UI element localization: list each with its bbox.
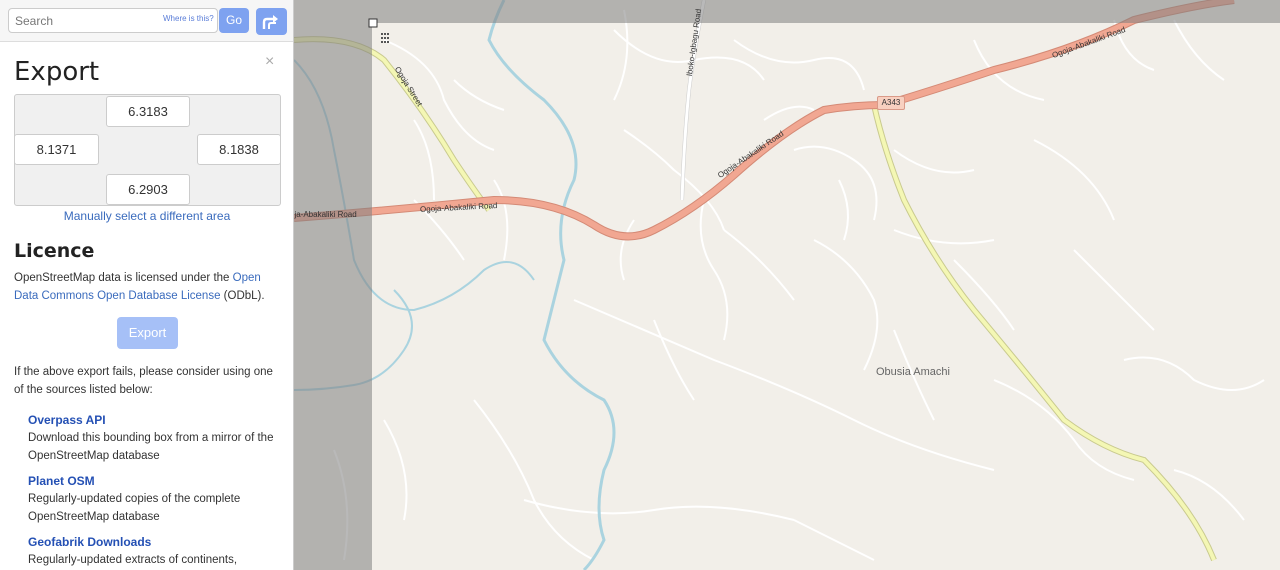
road-label-oa-left: oja-Abakaliki Road (294, 210, 357, 219)
licence-title: Licence (14, 240, 95, 262)
min-lat-input[interactable]: 6.2903 (106, 174, 190, 205)
selection-mask-top (372, 0, 1280, 23)
where-is-this-link[interactable]: Where is this? (163, 14, 214, 23)
go-button[interactable]: Go (219, 8, 249, 33)
max-lon-input[interactable]: 8.1838 (197, 134, 281, 165)
source-item-overpass: Overpass API Download this bounding box … (28, 411, 282, 465)
source-link[interactable]: Geofabrik Downloads (28, 533, 282, 551)
licence-text-before: OpenStreetMap data is licensed under the (14, 272, 233, 284)
source-link[interactable]: Overpass API (28, 411, 282, 429)
manual-select-link[interactable]: Manually select a different area (0, 209, 293, 223)
min-lon-input[interactable]: 8.1371 (14, 134, 99, 165)
search-bar: Where is this? Go (0, 0, 293, 42)
directions-icon (262, 15, 278, 29)
export-fail-text: If the above export fails, please consid… (14, 366, 273, 396)
export-title: Export (14, 57, 100, 87)
sidebar: Where is this? Go Export × 6.3183 8.1371… (0, 0, 294, 570)
source-link[interactable]: Planet OSM (28, 472, 282, 490)
export-button[interactable]: Export (117, 317, 178, 349)
bounding-box-form: 6.3183 8.1371 8.1838 6.2903 (14, 94, 281, 206)
source-item-geofabrik: Geofabrik Downloads Regularly-updated ex… (28, 533, 282, 569)
map-background (294, 0, 1280, 570)
selection-handle[interactable] (368, 18, 378, 28)
close-icon[interactable]: × (265, 53, 274, 71)
licence-text: OpenStreetMap data is licensed under the… (14, 269, 282, 305)
map-canvas[interactable] (294, 0, 1280, 570)
grid-dots-icon (381, 33, 389, 43)
map-view[interactable]: Ogoja Street Iboko-Igbagu Road oja-Abaka… (294, 0, 1280, 570)
max-lat-input[interactable]: 6.3183 (106, 96, 190, 127)
route-shield: A343 (877, 96, 905, 110)
licence-text-after: (ODbL). (220, 290, 265, 302)
source-description: Regularly-updated copies of the complete… (28, 493, 241, 523)
place-label: Obusia Amachi (876, 366, 950, 378)
source-description: Regularly-updated extracts of continents… (28, 554, 238, 566)
directions-button[interactable] (256, 8, 287, 35)
source-description: Download this bounding box from a mirror… (28, 432, 274, 462)
selection-mask-left (294, 0, 372, 570)
source-item-planet: Planet OSM Regularly-updated copies of t… (28, 472, 282, 526)
